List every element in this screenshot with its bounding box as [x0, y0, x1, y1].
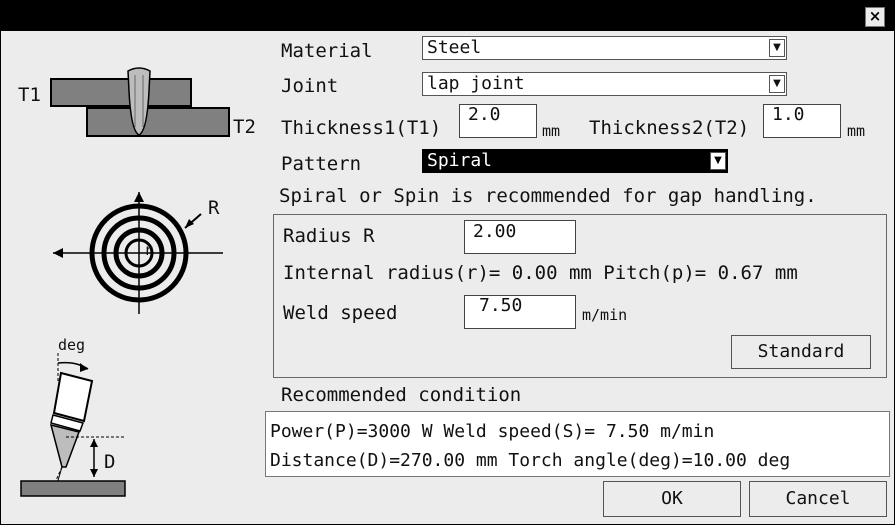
thickness1-unit: mm — [542, 122, 561, 140]
ok-button[interactable]: OK — [603, 481, 741, 517]
lap-joint-diagram — [50, 67, 230, 137]
recommended-condition-output: Power(P)=3000 W Weld speed(S)= 7.50 m/mi… — [265, 411, 890, 477]
weld-speed-field[interactable]: 7.50 — [464, 295, 576, 329]
torch-diagram — [20, 353, 126, 497]
close-button[interactable]: × — [865, 7, 885, 27]
radius-R-label: R — [208, 197, 220, 219]
chevron-down-icon[interactable]: ▼ — [769, 75, 785, 93]
material-dropdown[interactable]: Steel ▼ — [422, 36, 787, 60]
cancel-button[interactable]: Cancel — [749, 481, 887, 517]
thickness2-unit: mm — [847, 122, 866, 140]
radius-label: Radius R — [283, 225, 375, 247]
radius-field[interactable]: 2.00 — [464, 220, 576, 254]
thickness1-label: Thickness1(T1) — [281, 117, 442, 139]
t1-label: T1 — [18, 84, 41, 106]
spiral-pattern-diagram — [53, 192, 223, 314]
recommended-condition-label: Recommended condition — [281, 384, 522, 406]
internal-radius-pitch-info: Internal radius(r)= 0.00 mm Pitch(p)= 0.… — [283, 262, 798, 284]
recommended-line-1: Power(P)=3000 W Weld speed(S)= 7.50 m/mi… — [270, 421, 715, 442]
joint-value: lap joint — [427, 73, 525, 94]
thickness2-label: Thickness2(T2) — [589, 117, 750, 139]
weld-condition-dialog: × T1 T2 R r deg D Material Steel ▼ Joint… — [0, 0, 895, 525]
close-icon: × — [868, 7, 882, 25]
distance-label: D — [104, 451, 116, 473]
joint-dropdown[interactable]: lap joint ▼ — [422, 72, 787, 96]
chevron-down-icon[interactable]: ▼ — [769, 39, 785, 57]
standard-button[interactable]: Standard — [731, 335, 871, 369]
torch-angle-label: deg — [58, 336, 86, 354]
pattern-label: Pattern — [281, 153, 362, 175]
t2-label: T2 — [233, 116, 256, 138]
title-bar: × — [1, 1, 894, 31]
joint-label: Joint — [281, 75, 339, 97]
weld-speed-label: Weld speed — [283, 302, 398, 324]
pattern-dropdown[interactable]: Spiral ▼ — [422, 149, 728, 173]
thickness2-field[interactable]: 1.0 — [763, 104, 841, 138]
radius-r-label: r — [144, 241, 154, 259]
pattern-hint: Spiral or Spin is recommended for gap ha… — [279, 185, 817, 207]
weld-speed-unit: m/min — [582, 306, 628, 324]
recommended-line-2: Distance(D)=270.00 mm Torch angle(deg)=1… — [270, 450, 791, 471]
material-value: Steel — [427, 37, 482, 58]
material-label: Material — [281, 40, 373, 62]
thickness1-field[interactable]: 2.0 — [459, 104, 537, 138]
chevron-down-icon[interactable]: ▼ — [710, 152, 726, 170]
pattern-value: Spiral — [427, 150, 493, 171]
